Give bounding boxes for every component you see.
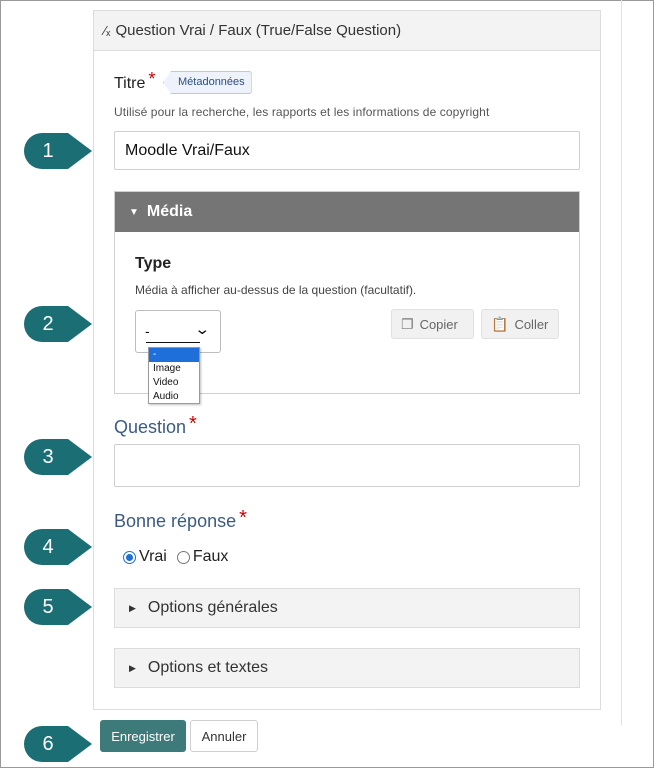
chevron-down-icon: ⌄ <box>194 321 211 338</box>
title-label: Titre * <box>114 69 156 92</box>
media-type-label: Type <box>135 255 172 272</box>
paste-button[interactable]: 📋 Coller <box>481 309 559 339</box>
dropdown-option[interactable]: Video <box>149 376 199 390</box>
callout-marker: 3 <box>22 437 96 477</box>
title-help: Utilisé pour la recherche, les rapports … <box>114 105 490 119</box>
triangle-right-icon: ▶ <box>129 602 136 613</box>
panel-title: Question Vrai / Faux (True/False Questio… <box>115 22 402 39</box>
clipboard-icon: 📋 <box>491 315 509 332</box>
question-input[interactable] <box>114 444 580 487</box>
callout-marker: 6 <box>22 724 96 764</box>
copy-button[interactable]: ❐ Copier <box>391 309 474 339</box>
radio-false-label[interactable]: Faux <box>193 548 229 566</box>
callout-marker: 2 <box>22 304 96 344</box>
general-options-section[interactable]: ▶ Options générales <box>114 588 580 628</box>
radio-true[interactable] <box>123 550 136 564</box>
media-header[interactable]: ▼ Média <box>115 192 579 232</box>
radio-false[interactable] <box>176 550 190 564</box>
required-mark: * <box>239 507 247 529</box>
panel-header: ⁄ₓ Question Vrai / Faux (True/False Ques… <box>94 11 600 51</box>
triangle-down-icon: ▼ <box>129 206 139 218</box>
footer-divider <box>100 709 376 710</box>
save-button[interactable]: Enregistrer <box>100 720 186 752</box>
media-type-dropdown: - Image Video Audio <box>148 347 200 404</box>
callout-marker: 4 <box>22 527 96 567</box>
answer-radio-group: Vrai Faux <box>123 548 228 566</box>
triangle-right-icon: ▶ <box>129 662 136 673</box>
metadata-badge[interactable]: Métadonnées <box>163 71 252 94</box>
media-type-value: - <box>145 323 150 339</box>
title-input[interactable]: Moodle Vrai/Faux <box>114 131 580 170</box>
cancel-button[interactable]: Annuler <box>190 720 258 752</box>
question-label: Question * <box>114 413 197 437</box>
callout-marker: 1 <box>22 131 96 171</box>
radio-true-label[interactable]: Vrai <box>139 548 167 566</box>
dropdown-option[interactable]: Image <box>149 362 199 376</box>
texts-options-section[interactable]: ▶ Options et textes <box>114 648 580 688</box>
required-mark: * <box>189 413 197 435</box>
copy-icon: ❐ <box>401 315 414 332</box>
checkmark-x-icon: ⁄ₓ <box>104 23 111 38</box>
required-mark: * <box>148 69 156 89</box>
callout-marker: 5 <box>22 587 96 627</box>
dropdown-option[interactable]: Audio <box>149 390 199 404</box>
dropdown-option[interactable]: - <box>149 348 199 362</box>
answer-label: Bonne réponse * <box>114 507 247 531</box>
media-type-help: Média à afficher au-dessus de la questio… <box>135 283 417 297</box>
media-header-label: Média <box>146 203 193 220</box>
page-divider <box>621 0 622 725</box>
select-underline <box>146 342 200 343</box>
